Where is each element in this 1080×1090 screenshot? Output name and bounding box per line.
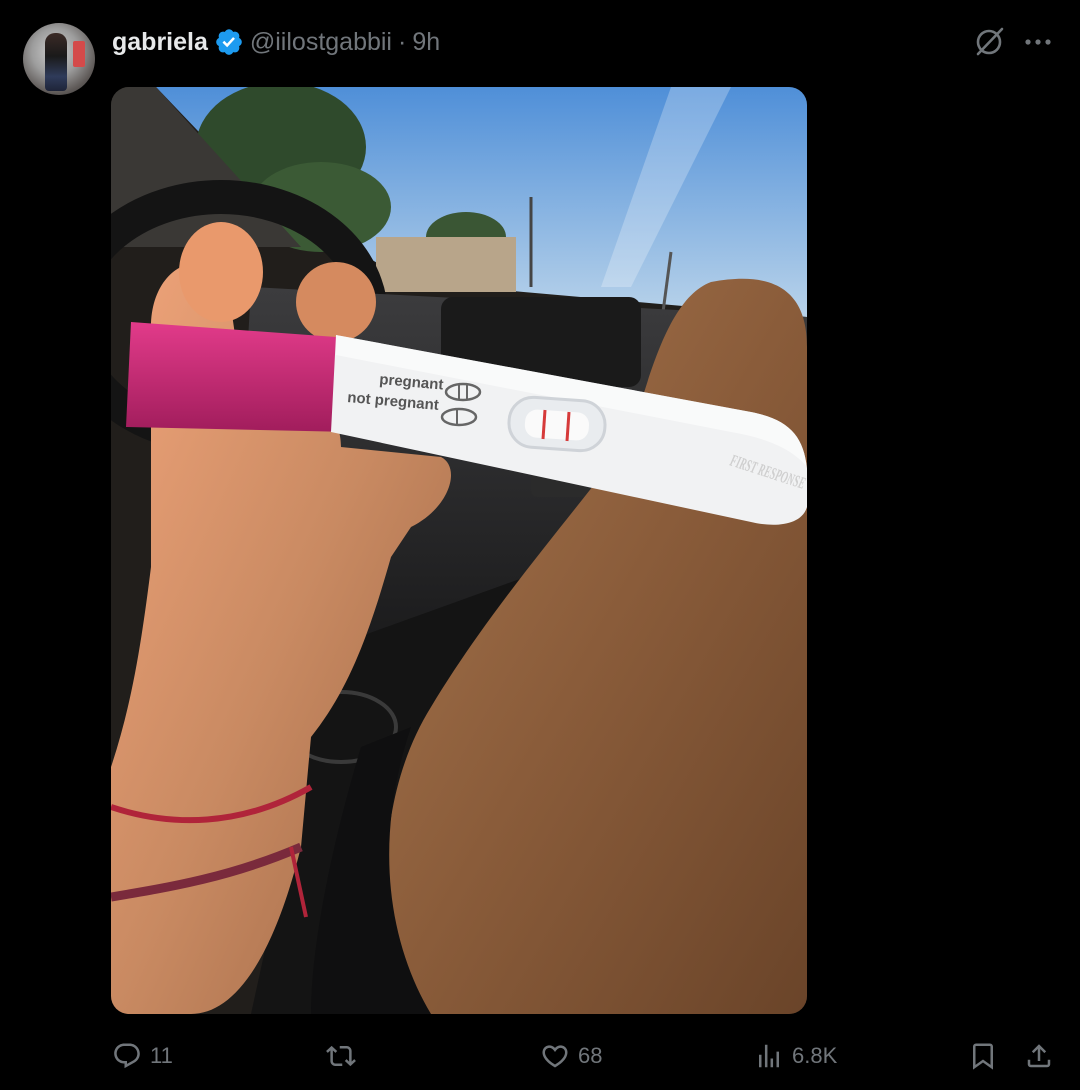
repost-icon	[326, 1045, 356, 1067]
like-count: 68	[578, 1043, 603, 1068]
analytics-icon	[759, 1044, 779, 1068]
bookmark-icon	[973, 1043, 993, 1070]
repost-button[interactable]	[326, 1036, 364, 1076]
avatar-figure	[45, 33, 67, 91]
share-icon	[1027, 1044, 1051, 1068]
views-button[interactable]: 6.8K	[754, 1036, 837, 1076]
reply-button[interactable]: 11	[112, 1036, 173, 1076]
views-count: 6.8K	[792, 1043, 838, 1068]
verified-badge-icon	[214, 27, 244, 57]
separator-dot: ·	[398, 27, 407, 56]
reply-count: 11	[150, 1043, 173, 1068]
bookmark-button[interactable]	[968, 1036, 998, 1076]
tweet-header: gabriela @iilostgabbii · 9h	[112, 24, 440, 60]
heart-icon	[542, 1045, 568, 1068]
avatar-accent	[73, 41, 85, 67]
avatar[interactable]	[23, 23, 95, 95]
author-name[interactable]: gabriela	[112, 28, 208, 57]
timestamp[interactable]: 9h	[412, 28, 440, 57]
share-button[interactable]	[1024, 1036, 1054, 1076]
action-bar: 11 68 6.8K	[0, 1036, 1080, 1076]
reply-icon	[114, 1043, 140, 1069]
grok-icon[interactable]	[972, 24, 1006, 58]
like-button[interactable]: 68	[540, 1036, 602, 1076]
author-handle[interactable]: @iilostgabbii	[250, 28, 392, 57]
photo-illustration: pregnant not pregnant FIRST RESPONSE	[111, 87, 807, 1014]
more-icon[interactable]	[1022, 26, 1054, 56]
tweet-photo[interactable]: pregnant not pregnant FIRST RESPONSE	[111, 87, 807, 1014]
tweet: gabriela @iilostgabbii · 9h pregnant not…	[0, 0, 1080, 1090]
